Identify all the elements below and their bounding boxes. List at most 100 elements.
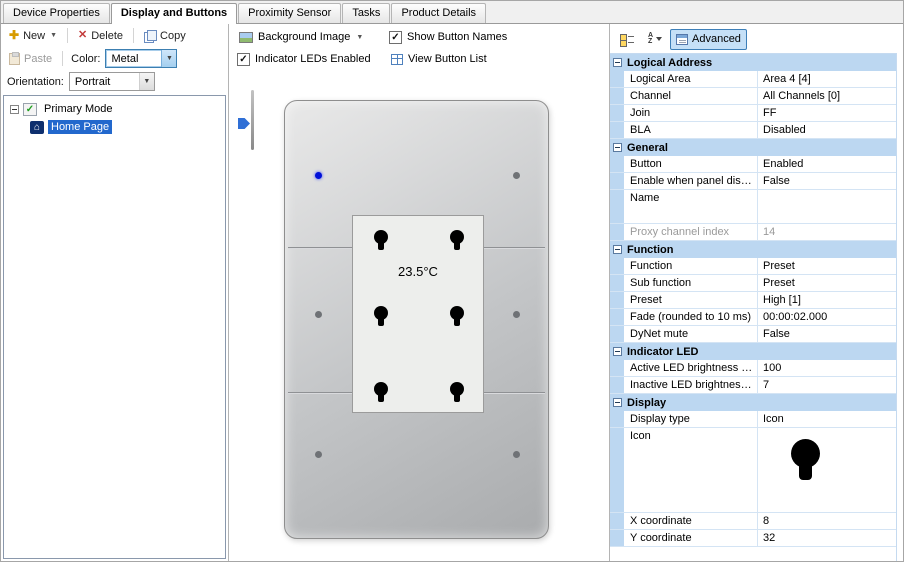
category-gutter [610,326,624,342]
category-gutter [610,360,624,376]
property-value[interactable]: 00:00:02.000 [758,309,896,325]
page-tree: ✓ Primary Mode ⌂ Home Page [3,95,226,559]
picture-icon [239,31,253,43]
property-value[interactable]: 100 [758,360,896,376]
alphabetical-sort-button[interactable] [642,29,668,50]
new-button[interactable]: ✚ New ▼ [4,27,62,45]
category-gutter [610,292,624,308]
checkbox-checked-icon[interactable]: ✓ [389,30,402,44]
view-button-list-button[interactable]: View Button List [385,50,493,68]
property-value[interactable]: False [758,173,896,189]
property-value[interactable]: Disabled [758,122,896,138]
category-general[interactable]: General [610,139,896,156]
advanced-toggle-button[interactable]: Advanced [670,28,747,50]
property-row-join: Join FF [610,105,896,122]
category-function[interactable]: Function [610,241,896,258]
orientation-label: Orientation: [7,75,64,88]
property-value[interactable]: FF [758,105,896,121]
property-value[interactable]: 32 [758,530,896,546]
led-indicator [315,311,322,318]
property-row-enable-when-disabled: Enable when panel disa... False [610,173,896,190]
categorized-view-button[interactable] [614,29,640,50]
zoom-slider-track[interactable] [251,90,254,150]
category-gutter [610,428,624,512]
toolbar-separator [62,51,64,66]
property-value[interactable]: Enabled [758,156,896,172]
bulb-icon [449,382,465,403]
led-indicator-active [315,172,322,179]
property-row-dynet-mute: DyNet mute False [610,326,896,343]
new-dropdown-arrow-icon[interactable]: ▼ [50,32,57,39]
show-button-names-checkbox[interactable]: ✓ Show Button Names [385,29,511,46]
collapse-icon[interactable] [613,245,622,254]
property-row-preset: Preset High [1] [610,292,896,309]
category-gutter [610,513,624,529]
color-select-value: Metal [111,52,139,65]
tab-product-details[interactable]: Product Details [391,3,487,23]
property-value[interactable]: 7 [758,377,896,393]
toolbar-column: ✓ Indicator LEDs Enabled [233,51,385,68]
collapse-icon[interactable] [10,104,19,114]
collapse-icon[interactable] [613,398,622,407]
preview-toolbar: Background Image ▼ ✓ Show Button Names ✓… [229,24,609,70]
keypad-panel[interactable]: 23.5°C [284,100,549,539]
property-toolbar: Advanced [610,24,903,53]
property-name: Function [624,258,758,274]
chevron-down-icon[interactable]: ▼ [138,73,154,90]
property-name: X coordinate [624,513,758,529]
property-value[interactable] [758,190,896,223]
tab-tasks[interactable]: Tasks [342,3,391,23]
property-name: Button [624,156,758,172]
keypad-display-screen[interactable]: 23.5°C [352,215,484,413]
chevron-down-icon[interactable]: ▼ [356,34,363,41]
property-row-y-coordinate: Y coordinate 32 [610,530,896,547]
property-value[interactable]: All Channels [0] [758,88,896,104]
property-value[interactable]: High [1] [758,292,896,308]
collapse-icon[interactable] [613,143,622,152]
indicator-leds-checkbox[interactable]: ✓ Indicator LEDs Enabled [233,51,375,68]
color-select[interactable]: Metal ▼ [105,49,178,68]
property-row-name: Name [610,190,896,224]
color-label: Color: [71,52,101,65]
copy-button[interactable]: Copy [139,27,191,45]
property-row-sub-function: Sub function Preset [610,275,896,292]
bulb-icon [789,439,823,485]
category-gutter [610,530,624,546]
property-value[interactable]: Preset [758,258,896,274]
tab-device-properties[interactable]: Device Properties [3,3,110,23]
property-value[interactable]: Icon [758,411,896,427]
property-value[interactable]: 8 [758,513,896,529]
category-display[interactable]: Display [610,394,896,411]
property-value[interactable] [758,428,896,512]
property-name: Preset [624,292,758,308]
property-value[interactable]: Preset [758,275,896,291]
tab-display-and-buttons[interactable]: Display and Buttons [110,3,238,24]
category-gutter [610,275,624,291]
category-indicator-led[interactable]: Indicator LED [610,343,896,360]
advanced-properties-icon [676,33,688,45]
collapse-icon[interactable] [613,347,622,356]
bulb-icon [373,230,389,251]
tree-item-home-page[interactable]: ⌂ Home Page [4,118,225,136]
mode-check-icon: ✓ [23,102,37,116]
property-value[interactable]: Area 4 [4] [758,71,896,87]
property-value[interactable]: False [758,326,896,342]
category-logical-address[interactable]: Logical Address [610,54,896,71]
orientation-select-value: Portrait [74,75,111,88]
orientation-select[interactable]: Portrait ▼ [68,72,155,91]
tree-item-primary-mode[interactable]: ✓ Primary Mode [4,100,225,118]
paste-button[interactable]: Paste [4,50,57,68]
category-gutter [610,173,624,189]
paste-icon [9,51,20,65]
delete-button[interactable]: ✕ Delete [73,27,128,45]
category-gutter [610,309,624,325]
tab-proximity-sensor[interactable]: Proximity Sensor [238,3,342,23]
background-image-button[interactable]: Background Image ▼ [233,28,369,46]
toolbar-column: Background Image ▼ [233,28,385,46]
pages-panel: ✚ New ▼ ✕ Delete Copy Paste Color: Metal… [1,24,229,561]
chevron-down-icon[interactable]: ▼ [161,50,177,67]
zoom-slider-thumb[interactable] [238,118,250,129]
category-gutter [610,377,624,393]
collapse-icon[interactable] [613,58,622,67]
checkbox-checked-icon[interactable]: ✓ [237,52,250,66]
